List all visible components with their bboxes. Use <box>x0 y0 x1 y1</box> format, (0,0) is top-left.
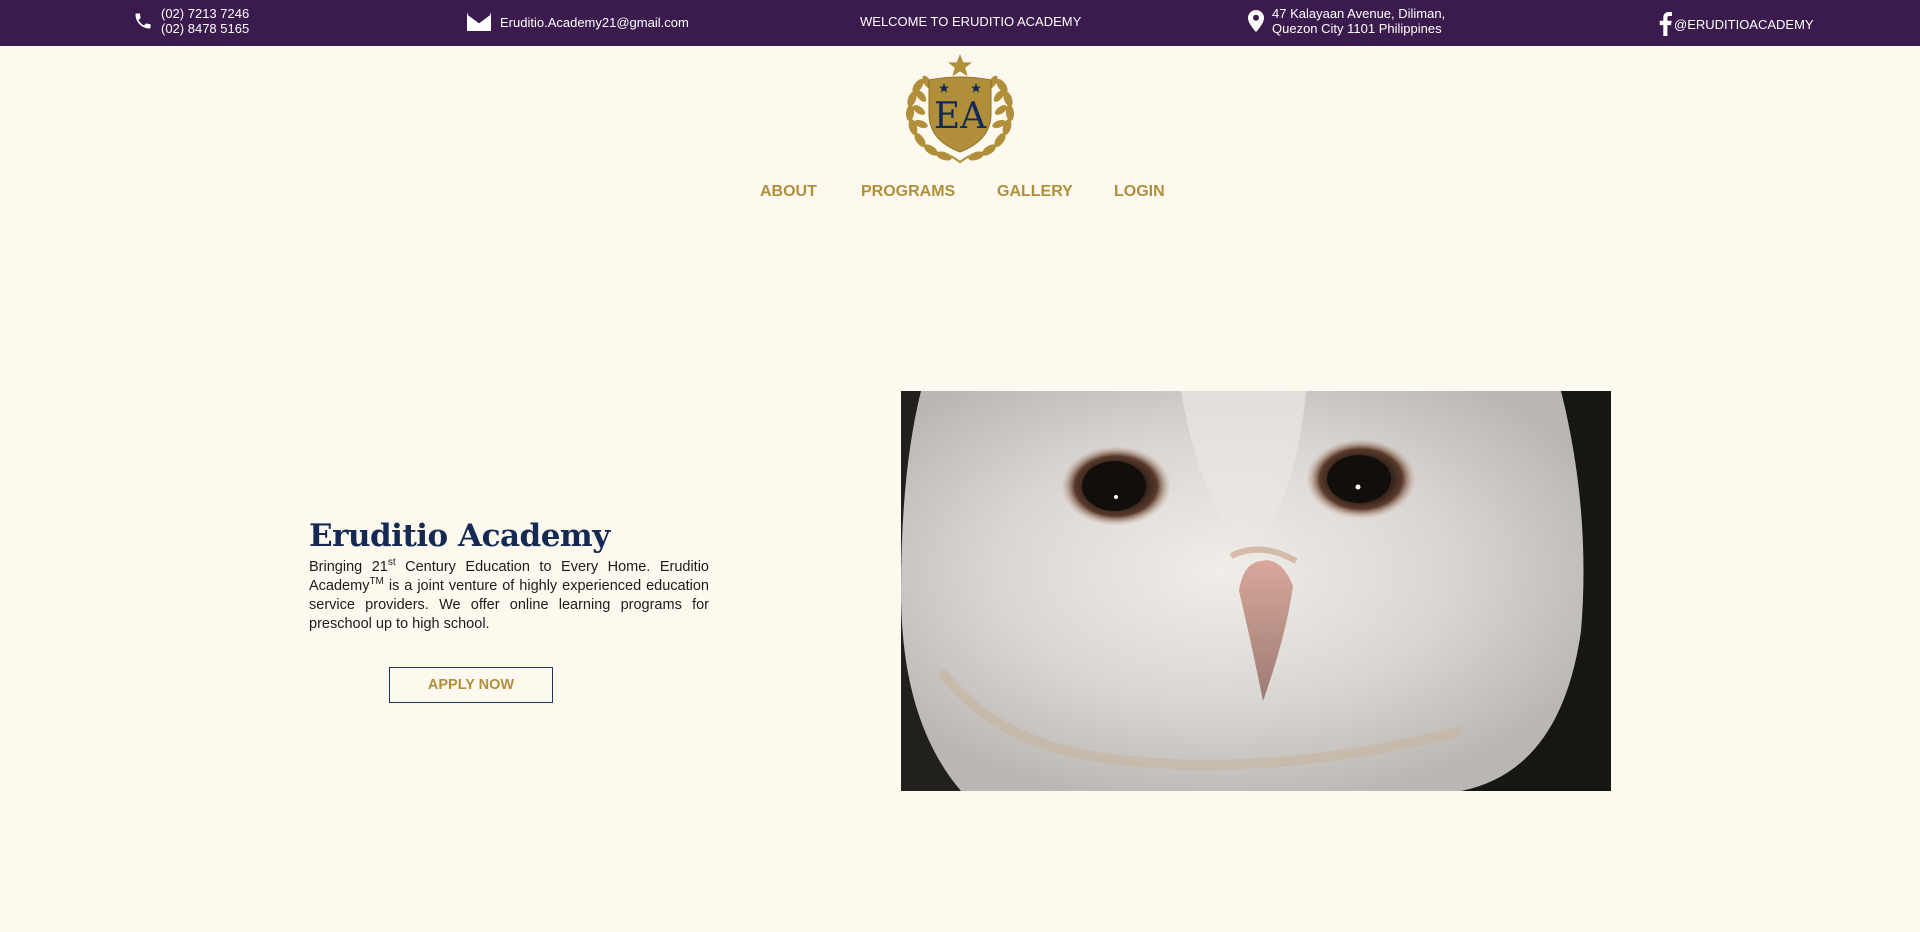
email-contact[interactable]: Eruditio.Academy21@gmail.com <box>466 12 689 32</box>
main-nav: ABOUT PROGRAMS GALLERY LOGIN <box>0 183 1920 205</box>
nav-programs[interactable]: PROGRAMS <box>861 183 955 201</box>
address-line-1: 47 Kalayaan Avenue, Diliman, <box>1272 6 1446 21</box>
facebook-link[interactable]: @ERUDITIOACADEMY <box>1659 12 1814 36</box>
envelope-icon <box>466 12 492 32</box>
map-pin-icon <box>1248 10 1264 32</box>
top-info-bar: (02) 7213 7246 (02) 8478 5165 Eruditio.A… <box>0 0 1920 46</box>
hero-text-superscript-st: st <box>387 557 396 568</box>
nav-login[interactable]: LOGIN <box>1114 183 1165 201</box>
hero-title: Eruditio Academy <box>309 518 610 554</box>
welcome-text: WELCOME TO ERUDITIO ACADEMY <box>860 14 1081 29</box>
facebook-icon <box>1659 12 1672 36</box>
phone-contact[interactable]: (02) 7213 7246 (02) 8478 5165 <box>133 6 249 36</box>
hero-text-superscript-tm: TM <box>369 576 384 587</box>
academy-crest-logo[interactable]: EA <box>899 52 1021 166</box>
email-address: Eruditio.Academy21@gmail.com <box>500 14 689 30</box>
logo-monogram: EA <box>934 96 987 137</box>
address-contact[interactable]: 47 Kalayaan Avenue, Diliman, Quezon City… <box>1248 6 1445 36</box>
phone-number-1: (02) 7213 7246 <box>161 6 250 21</box>
hero-description: Bringing 21st Century Education to Every… <box>309 558 709 634</box>
apply-now-button[interactable]: APPLY NOW <box>389 667 553 703</box>
phone-icon <box>133 11 153 31</box>
facebook-handle: @ERUDITIOACADEMY <box>1674 16 1814 32</box>
hero-owl-video[interactable] <box>901 391 1611 791</box>
address-line-2: Quezon City 1101 Philippines <box>1272 21 1442 36</box>
welcome-label: WELCOME TO ERUDITIO ACADEMY <box>860 14 1082 29</box>
phone-number-2: (02) 8478 5165 <box>161 21 250 36</box>
nav-about[interactable]: ABOUT <box>760 183 817 201</box>
hero-text-part: Bringing 21 <box>309 559 388 575</box>
nav-gallery[interactable]: GALLERY <box>997 183 1073 201</box>
